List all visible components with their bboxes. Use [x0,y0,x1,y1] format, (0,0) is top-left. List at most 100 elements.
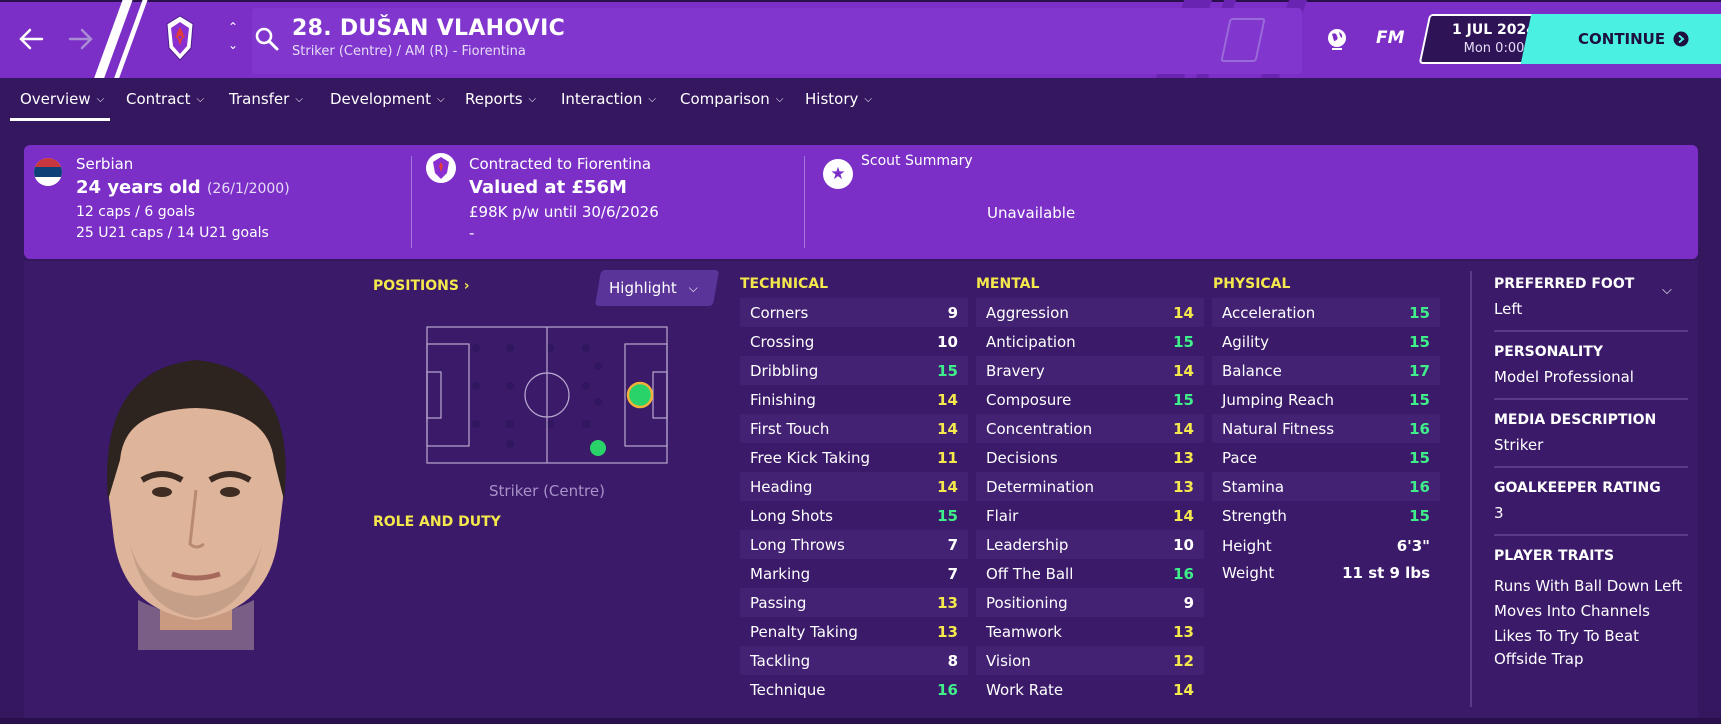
attribute-row-physical[interactable]: Stamina 16 [1212,472,1440,501]
attribute-row-mental[interactable]: Composure 15 [976,385,1204,414]
attribute-row-technical[interactable]: Passing 13 [740,588,968,617]
attribute-value: 15 [1409,390,1430,409]
attribute-value: 12 [1173,651,1194,670]
chevron-down-icon: ⌵ [648,93,656,105]
tab-overview[interactable]: Overview ⌵ [20,90,104,108]
attribute-name: Agility [1222,332,1270,351]
attribute-row-technical[interactable]: Corners 9 [740,298,968,327]
role-and-duty-title[interactable]: ROLE AND DUTY [373,514,501,530]
technical-title: TECHNICAL [740,276,829,292]
attribute-name: Work Rate [986,680,1064,699]
preferred-foot-title[interactable]: PREFERRED FOOT [1494,276,1634,292]
attribute-value: 7 [947,535,958,554]
attribute-name: Long Throws [750,535,845,554]
tab-label: Reports [465,90,523,108]
positions-title: POSITIONS [373,278,459,294]
tab-development[interactable]: Development ⌵ [330,90,445,108]
attribute-name: Positioning [986,593,1068,612]
highlight-dropdown-label[interactable]: Highlight ⌵ [609,279,698,297]
fiorentina-crest-icon[interactable] [165,14,195,62]
player-trait[interactable]: Moves Into Channels [1494,602,1650,620]
player-trait[interactable]: Likes To Try To Beat [1494,627,1639,645]
attribute-row-physical[interactable]: Natural Fitness 16 [1212,414,1440,443]
attribute-row-physical[interactable]: Balance 17 [1212,356,1440,385]
tab-reports[interactable]: Reports ⌵ [465,90,536,108]
attribute-row-technical[interactable]: Crossing 10 [740,327,968,356]
globe-icon[interactable] [1324,26,1350,52]
forward-arrow-icon[interactable] [64,22,98,56]
attribute-row-technical[interactable]: Finishing 14 [740,385,968,414]
attribute-row-mental[interactable]: Work Rate 14 [976,675,1204,704]
fm-logo[interactable]: FM [1376,28,1405,48]
attribute-row-technical[interactable]: Heading 14 [740,472,968,501]
attribute-row-technical[interactable]: Tackling 8 [740,646,968,675]
attribute-row-technical[interactable]: Dribbling 15 [740,356,968,385]
attribute-value: 14 [1173,303,1194,322]
chevron-down-icon[interactable]: ⌄ [225,36,241,54]
player-trait[interactable]: Offside Trap [1494,650,1583,668]
attribute-value: 13 [1173,477,1194,496]
attribute-name: First Touch [750,419,830,438]
tab-label: Overview [20,90,91,108]
attribute-row-mental[interactable]: Teamwork 13 [976,617,1204,646]
attribute-row-mental[interactable]: Leadership 10 [976,530,1204,559]
attribute-row-physical[interactable]: Jumping Reach 15 [1212,385,1440,414]
attribute-row-technical[interactable]: Free Kick Taking 11 [740,443,968,472]
tab-interaction[interactable]: Interaction ⌵ [561,90,656,108]
attribute-value: 11 [937,448,958,467]
tab-contract[interactable]: Contract ⌵ [126,90,204,108]
chevron-down-icon[interactable]: ⌵ [1662,283,1672,298]
chevron-down-icon: ⌵ [528,93,537,105]
tab-comparison[interactable]: Comparison ⌵ [680,90,783,108]
attribute-row-mental[interactable]: Bravery 14 [976,356,1204,385]
attribute-value: 15 [937,506,958,525]
back-arrow-icon[interactable] [14,22,48,56]
nationality[interactable]: Serbian [76,155,133,173]
attribute-row-mental[interactable]: Concentration 14 [976,414,1204,443]
media-description-title: MEDIA DESCRIPTION [1494,412,1657,428]
goalkeeper-rating-value: 3 [1494,504,1504,522]
attribute-row-technical[interactable]: Marking 7 [740,559,968,588]
attribute-row-physical[interactable]: Acceleration 15 [1212,298,1440,327]
attribute-value: 16 [937,680,958,699]
attribute-row-physical[interactable]: Pace 15 [1212,443,1440,472]
attribute-row-mental[interactable]: Vision 12 [976,646,1204,675]
attribute-name: Stamina [1222,477,1285,496]
attribute-row-mental[interactable]: Anticipation 15 [976,327,1204,356]
attribute-name: Vision [986,651,1031,670]
divider [1470,271,1472,707]
attribute-name: Crossing [750,332,815,351]
chevron-down-icon: ⌵ [775,93,784,105]
height-row: Height 6'3" [1212,537,1440,555]
player-switcher-arrows[interactable]: ⌃ ⌄ [225,18,241,60]
attribute-row-technical[interactable]: Long Shots 15 [740,501,968,530]
player-trait[interactable]: Runs With Ball Down Left [1494,577,1682,595]
attribute-row-physical[interactable]: Strength 15 [1212,501,1440,530]
attribute-row-mental[interactable]: Aggression 14 [976,298,1204,327]
tab-history[interactable]: History ⌵ [805,90,872,108]
chevron-up-icon[interactable]: ⌃ [225,18,241,36]
attribute-name: Marking [750,564,811,583]
fiorentina-crest-icon[interactable] [426,153,456,183]
attribute-value: 9 [1183,593,1194,612]
attribute-row-mental[interactable]: Off The Ball 16 [976,559,1204,588]
contract-club[interactable]: Contracted to Fiorentina [469,155,651,173]
attribute-name: Free Kick Taking [750,448,871,467]
search-icon[interactable] [254,26,280,52]
attribute-row-technical[interactable]: Long Throws 7 [740,530,968,559]
weight-label: Weight [1222,564,1275,582]
attribute-name: Dribbling [750,361,819,380]
attribute-name: Acceleration [1222,303,1316,322]
attribute-row-mental[interactable]: Determination 13 [976,472,1204,501]
attribute-row-mental[interactable]: Decisions 13 [976,443,1204,472]
continue-button[interactable]: CONTINUE [1520,14,1721,64]
attribute-row-mental[interactable]: Positioning 9 [976,588,1204,617]
scout-summary-title[interactable]: Scout Summary [861,153,973,169]
attribute-row-physical[interactable]: Agility 15 [1212,327,1440,356]
tab-transfer[interactable]: Transfer ⌵ [229,90,303,108]
attribute-row-technical[interactable]: Penalty Taking 13 [740,617,968,646]
attribute-row-technical[interactable]: First Touch 14 [740,414,968,443]
attribute-row-technical[interactable]: Technique 16 [740,675,968,704]
positions-link[interactable]: POSITIONS › [373,278,470,294]
attribute-row-mental[interactable]: Flair 14 [976,501,1204,530]
